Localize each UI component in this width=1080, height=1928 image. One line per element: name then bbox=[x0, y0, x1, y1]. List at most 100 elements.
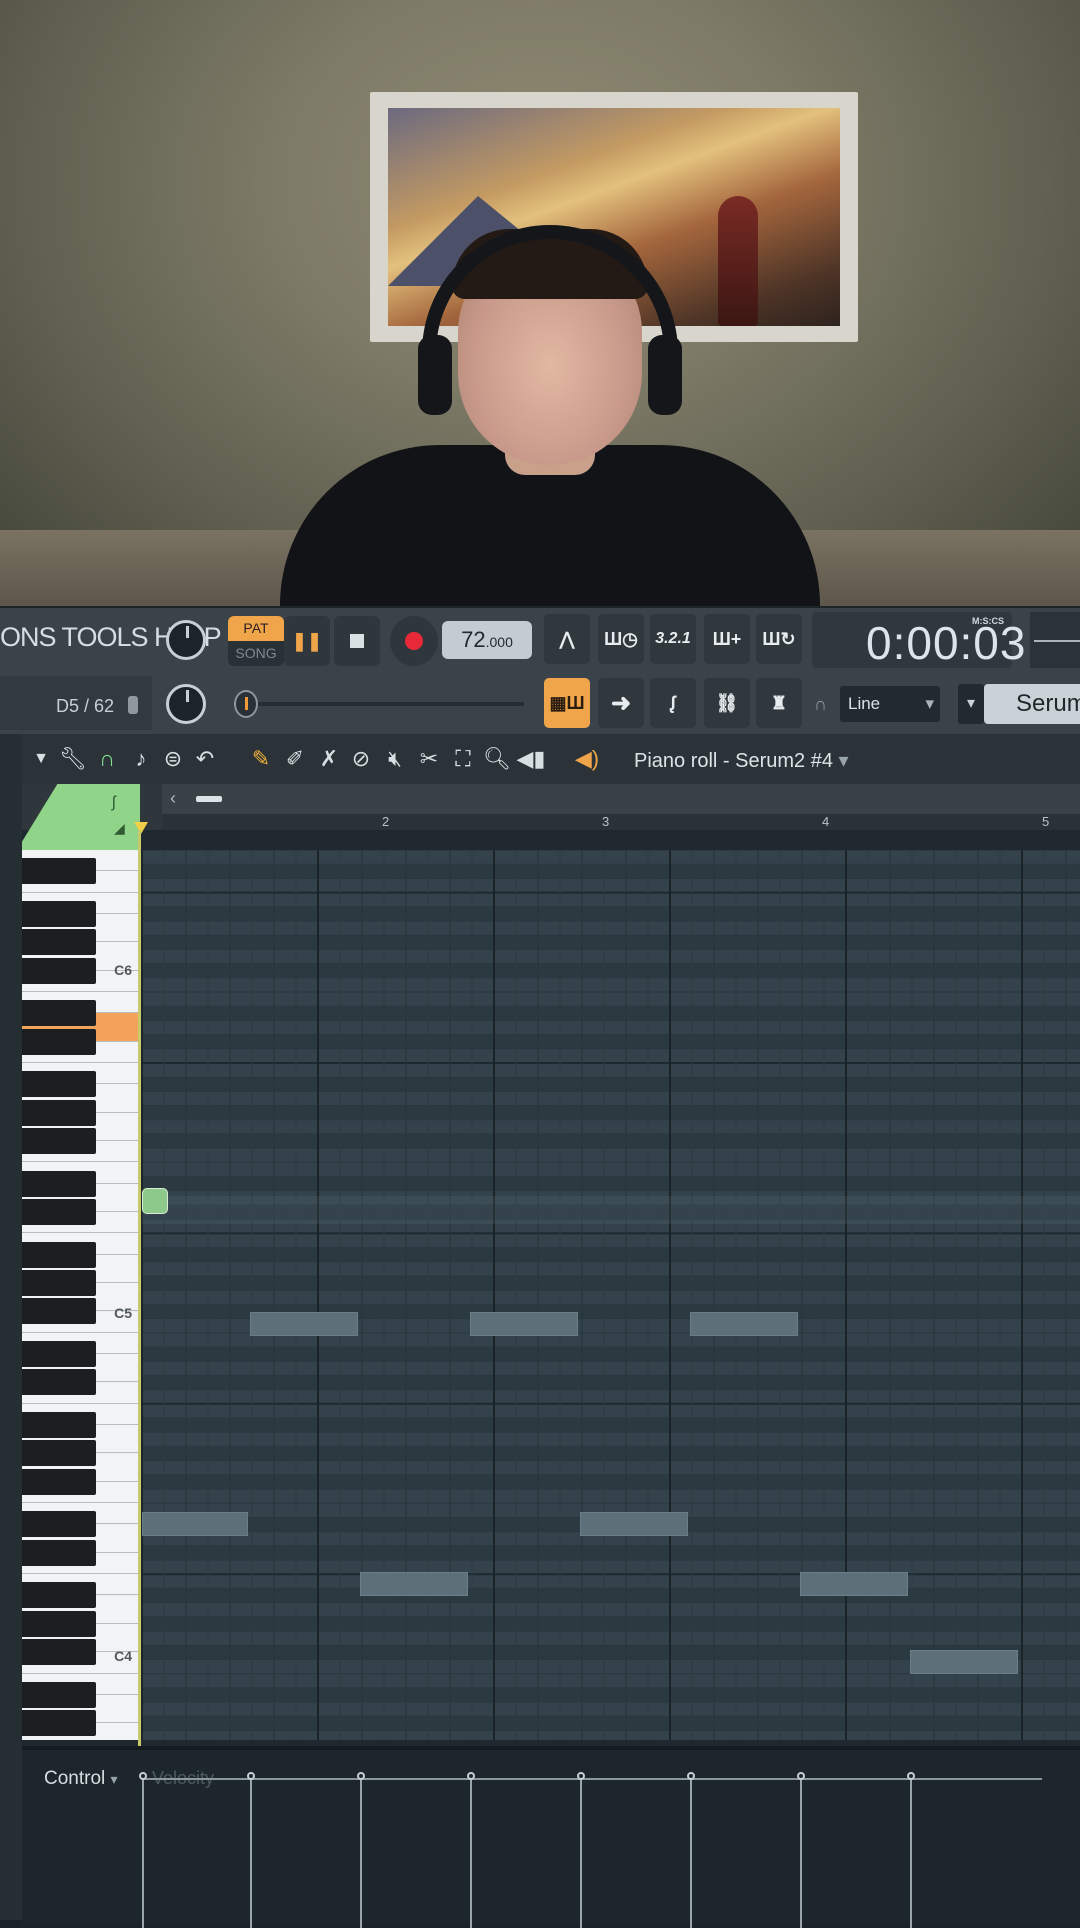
master-pitch-knob[interactable] bbox=[166, 684, 206, 724]
black-key[interactable] bbox=[22, 900, 96, 927]
black-key[interactable] bbox=[22, 1582, 96, 1609]
velocity-stem[interactable] bbox=[910, 1778, 912, 1928]
wait-for-input-button[interactable]: Ш◷ bbox=[598, 614, 644, 664]
stop-button[interactable] bbox=[334, 616, 380, 666]
magnet-icon[interactable]: ∩ bbox=[92, 744, 122, 774]
black-key[interactable] bbox=[22, 1270, 96, 1296]
mixer-button[interactable]: ♜ bbox=[756, 678, 802, 728]
channel-dropdown-button[interactable]: ▾ bbox=[958, 684, 984, 724]
velocity-handle[interactable] bbox=[577, 1772, 585, 1780]
black-key[interactable] bbox=[22, 1468, 96, 1495]
velocity-handle[interactable] bbox=[139, 1772, 147, 1780]
velocity-handle[interactable] bbox=[467, 1772, 475, 1780]
song-position-clock[interactable]: 0:00:03 M:S:CS bbox=[812, 612, 1025, 669]
black-key[interactable] bbox=[22, 1298, 96, 1325]
black-key[interactable] bbox=[22, 1412, 96, 1438]
playhead-marker[interactable] bbox=[134, 822, 148, 834]
black-key[interactable] bbox=[22, 1241, 96, 1268]
delete-icon[interactable]: ⊘ bbox=[346, 744, 376, 774]
channel-name-display[interactable]: Serum bbox=[984, 684, 1080, 724]
metronome-button[interactable]: ⋀ bbox=[544, 614, 590, 664]
song-button[interactable]: SONG bbox=[228, 641, 284, 666]
pencil-icon[interactable]: ✎ bbox=[246, 744, 276, 774]
horizontal-scrollbar[interactable] bbox=[162, 784, 1080, 814]
speaker-icon[interactable]: ◀︎) bbox=[572, 744, 602, 774]
black-key[interactable] bbox=[22, 1000, 96, 1027]
link-button[interactable]: ⛓ bbox=[704, 678, 750, 728]
pause-button[interactable]: ❚❚ bbox=[284, 616, 330, 666]
countdown-button[interactable]: 3.2.1 bbox=[650, 614, 696, 664]
black-key[interactable] bbox=[22, 1028, 96, 1055]
midi-note[interactable] bbox=[250, 1312, 358, 1336]
playback-icon[interactable]: ◀︎▮ bbox=[516, 744, 546, 774]
black-key[interactable] bbox=[22, 929, 96, 956]
wrench-icon[interactable]: 🔧︎ bbox=[58, 744, 88, 774]
black-key[interactable] bbox=[22, 1681, 96, 1708]
velocity-handle[interactable] bbox=[247, 1772, 255, 1780]
midi-note[interactable] bbox=[910, 1650, 1018, 1674]
midi-note[interactable] bbox=[470, 1312, 578, 1336]
undo-icon[interactable]: ↶ bbox=[190, 744, 220, 774]
black-key[interactable] bbox=[22, 1170, 96, 1197]
piano-roll-window-button[interactable]: ▦Ш bbox=[544, 678, 590, 728]
black-key[interactable] bbox=[22, 1511, 96, 1538]
pat-song-toggle[interactable]: PAT SONG bbox=[228, 616, 284, 666]
select-icon[interactable]: ⛶ bbox=[448, 744, 478, 774]
velocity-handle[interactable] bbox=[687, 1772, 695, 1780]
loop-record-button[interactable]: Ш↻ bbox=[756, 614, 802, 664]
brush-icon[interactable]: ✐ bbox=[280, 744, 310, 774]
velocity-stem[interactable] bbox=[580, 1778, 582, 1928]
delete-brush-icon[interactable]: ✗ bbox=[314, 744, 344, 774]
control-dropdown[interactable]: Control ▾ bbox=[44, 1768, 118, 1790]
tempo-display[interactable]: 72.000 bbox=[442, 621, 532, 659]
scroll-left-icon[interactable]: ‹ bbox=[170, 788, 176, 809]
event-control-lane[interactable]: Control ▾ Velocity bbox=[22, 1746, 1080, 1928]
tool-mode-select[interactable]: Line bbox=[840, 686, 940, 722]
velocity-handle[interactable] bbox=[357, 1772, 365, 1780]
mute-tool-icon[interactable]: 🔇︎ bbox=[380, 744, 410, 774]
record-button[interactable] bbox=[390, 616, 438, 666]
black-key[interactable] bbox=[22, 1128, 96, 1154]
black-key[interactable] bbox=[22, 1071, 96, 1098]
black-key[interactable] bbox=[22, 1369, 96, 1396]
velocity-handle[interactable] bbox=[907, 1772, 915, 1780]
black-key[interactable] bbox=[22, 1610, 96, 1637]
midi-note[interactable] bbox=[142, 1512, 248, 1536]
black-key[interactable] bbox=[22, 1710, 96, 1737]
black-key[interactable] bbox=[22, 858, 96, 885]
velocity-stem[interactable] bbox=[360, 1778, 362, 1928]
scrollbar-thumb[interactable] bbox=[196, 796, 222, 802]
note-icon[interactable]: ♪ bbox=[126, 744, 156, 774]
midi-note[interactable] bbox=[580, 1512, 688, 1536]
velocity-stem[interactable] bbox=[690, 1778, 692, 1928]
black-key[interactable] bbox=[22, 1440, 96, 1467]
black-key[interactable] bbox=[22, 1099, 96, 1126]
menu-icon[interactable]: ⊜ bbox=[158, 744, 188, 774]
midi-note[interactable] bbox=[360, 1572, 468, 1596]
arrow-button[interactable]: ➜ bbox=[598, 678, 644, 728]
piano-keyboard[interactable]: C6 C5 C4 bbox=[22, 850, 138, 1740]
zoom-icon[interactable]: 🔍︎ bbox=[482, 744, 512, 774]
black-key[interactable] bbox=[22, 957, 96, 984]
velocity-handle[interactable] bbox=[797, 1772, 805, 1780]
plugin-picker-button[interactable]: ᶘ bbox=[650, 678, 696, 728]
midi-note[interactable] bbox=[690, 1312, 798, 1336]
velocity-stem[interactable] bbox=[800, 1778, 802, 1928]
step-edit-button[interactable]: Ш+ bbox=[704, 614, 750, 664]
piano-roll-title[interactable]: Piano roll - Serum2 #4 ▾ bbox=[634, 748, 849, 773]
velocity-stem[interactable] bbox=[470, 1778, 472, 1928]
black-key[interactable] bbox=[22, 1199, 96, 1225]
black-key[interactable] bbox=[22, 1539, 96, 1566]
black-key[interactable] bbox=[22, 1341, 96, 1367]
piano-roll-menu-arrow-icon[interactable]: ▼ bbox=[26, 744, 56, 774]
pat-button[interactable]: PAT bbox=[228, 616, 284, 641]
note-grid[interactable] bbox=[142, 850, 1080, 1740]
timeline-ruler[interactable]: 2 3 4 5 bbox=[162, 814, 1080, 830]
velocity-stem[interactable] bbox=[142, 1778, 144, 1928]
master-slider-thumb[interactable] bbox=[234, 690, 258, 718]
master-volume-knob[interactable] bbox=[166, 620, 206, 660]
velocity-stem[interactable] bbox=[250, 1778, 252, 1928]
slice-icon[interactable]: ✂︎ bbox=[414, 744, 444, 774]
black-key[interactable] bbox=[22, 1639, 96, 1666]
midi-note[interactable] bbox=[800, 1572, 908, 1596]
